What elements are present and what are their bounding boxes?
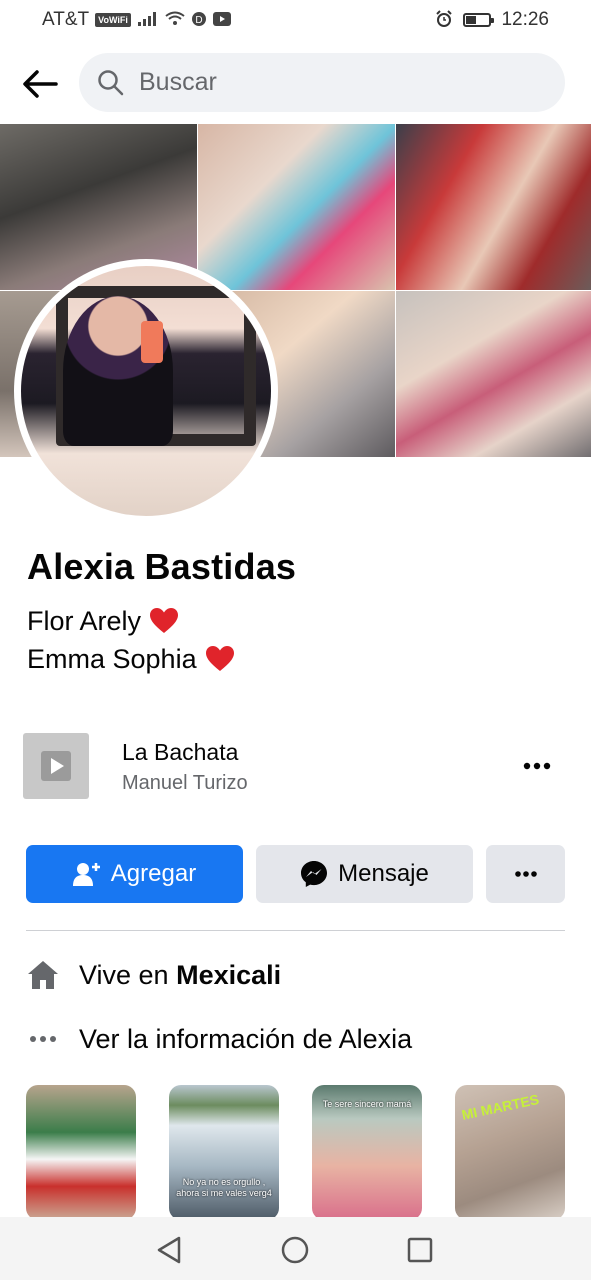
status-right: 12:26	[435, 9, 549, 31]
more-horizontal-icon	[523, 762, 551, 770]
avatar	[21, 266, 271, 516]
message-button[interactable]: Mensaje	[256, 845, 473, 903]
heart-icon	[150, 608, 179, 633]
top-bar: Buscar	[0, 50, 591, 116]
music-title: La Bachata	[122, 739, 239, 765]
triangle-back-icon	[157, 1236, 181, 1264]
search-input[interactable]: Buscar	[79, 53, 565, 112]
profile-actions: Agregar Mensaje	[26, 845, 565, 903]
featured-story[interactable]: MI MARTES	[455, 1085, 565, 1220]
more-horizontal-icon	[26, 1022, 60, 1056]
see-about-row[interactable]: Ver la información de Alexia	[26, 1022, 412, 1056]
youtube-icon	[212, 11, 231, 29]
see-about-label: Ver la información de Alexia	[79, 1023, 413, 1054]
system-nav-bar	[0, 1217, 591, 1280]
music-thumbnail[interactable]	[23, 733, 89, 799]
featured-story[interactable]: No ya no es orgullo , ahora si me vales …	[169, 1085, 279, 1220]
bio-line: Emma Sophia	[27, 640, 235, 678]
circle-home-icon	[281, 1236, 309, 1264]
search-icon	[98, 69, 124, 95]
profile-music[interactable]: La Bachata Manuel Turizo	[23, 733, 565, 799]
cover-tile	[396, 124, 591, 290]
carrier-label: AT&T	[42, 9, 90, 30]
bio-line: Flor Arely	[27, 602, 235, 640]
clock-time: 12:26	[501, 9, 549, 30]
nav-back-button[interactable]	[151, 1232, 187, 1268]
add-friend-icon	[72, 861, 101, 887]
vowifi-badge: VoWiFi	[95, 13, 131, 27]
featured-story[interactable]	[26, 1085, 136, 1220]
back-button[interactable]	[18, 62, 62, 106]
music-artist: Manuel Turizo	[122, 772, 248, 794]
more-actions-button[interactable]	[486, 845, 565, 903]
cover-tile	[396, 291, 591, 457]
add-friend-label: Agregar	[110, 860, 197, 887]
signal-icon	[137, 11, 159, 30]
status-left: AT&T VoWiFi D	[42, 9, 231, 31]
svg-text:D: D	[195, 15, 202, 26]
story-caption: Te sere sincero mamá	[322, 1099, 412, 1109]
nav-home-button[interactable]	[277, 1232, 313, 1268]
profile-name: Alexia Bastidas	[27, 546, 297, 587]
battery-icon	[463, 13, 495, 27]
more-horizontal-icon	[514, 871, 537, 877]
story-caption: MI MARTES	[460, 1091, 541, 1123]
bio-text: Emma Sophia	[27, 644, 197, 674]
play-icon	[41, 751, 71, 781]
square-recents-icon	[407, 1237, 433, 1263]
divider	[26, 930, 565, 931]
music-more-button[interactable]	[517, 751, 557, 781]
lives-in-row: Vive en Mexicali	[26, 958, 281, 992]
heart-icon	[205, 646, 234, 671]
search-placeholder: Buscar	[139, 68, 217, 96]
profile-picture[interactable]	[14, 259, 278, 523]
avatar-phone	[141, 321, 163, 363]
lives-city: Mexicali	[176, 959, 282, 990]
bio-text: Flor Arely	[27, 606, 142, 636]
nav-recents-button[interactable]	[402, 1232, 438, 1268]
lives-prefix: Vive en	[79, 959, 169, 990]
featured-stories: No ya no es orgullo , ahora si me vales …	[26, 1085, 565, 1220]
featured-story[interactable]: Te sere sincero mamá	[312, 1085, 422, 1220]
story-caption: No ya no es orgullo , ahora si me vales …	[176, 1177, 272, 1198]
home-icon	[26, 958, 60, 992]
message-label: Mensaje	[338, 860, 429, 887]
avatar-figure	[63, 296, 173, 446]
wifi-icon	[165, 11, 185, 30]
status-bar: AT&T VoWiFi D 12:26	[0, 0, 591, 40]
notification-app-icon: D	[191, 11, 207, 30]
arrow-left-icon	[23, 70, 58, 98]
messenger-icon	[300, 860, 328, 888]
add-friend-button[interactable]: Agregar	[26, 845, 243, 903]
profile-bio: Flor Arely Emma Sophia	[27, 602, 235, 678]
alarm-icon	[435, 9, 453, 31]
cover-tile	[198, 124, 395, 290]
